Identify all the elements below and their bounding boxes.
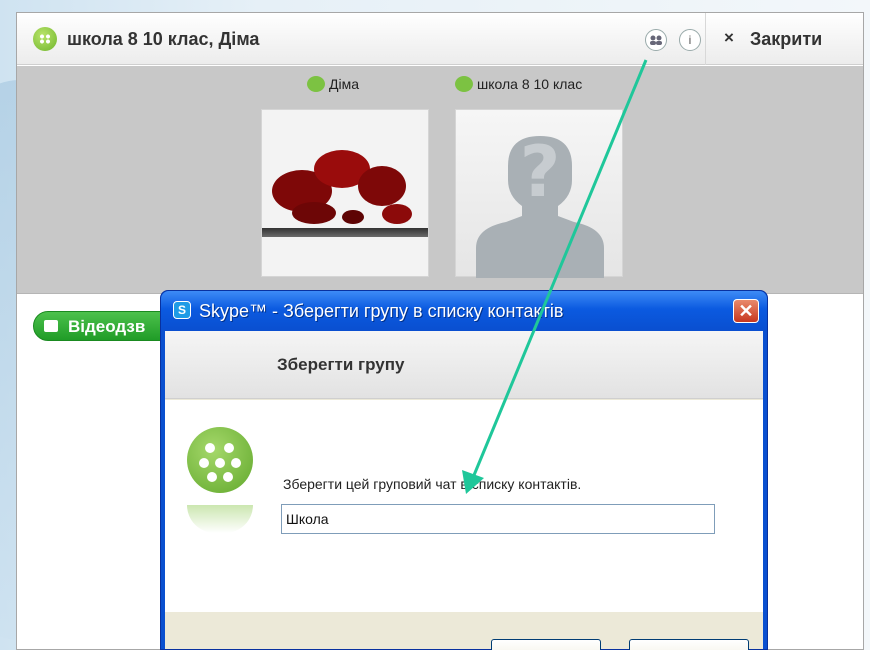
participants-panel: Діма школа 8 10 клас ?: [17, 66, 863, 294]
conversation-title-bar: школа 8 10 клас, Діма i × Закрити: [17, 13, 863, 65]
svg-text:?: ?: [520, 131, 561, 213]
skype-logo-icon: [33, 27, 57, 51]
add-people-icon[interactable]: [645, 29, 667, 51]
group-name-input[interactable]: [281, 504, 715, 534]
conversation-title: школа 8 10 клас, Діма: [67, 29, 260, 49]
dialog-body: Зберегти групу Зберегти цей груповий чат…: [165, 331, 763, 650]
close-conversation-button[interactable]: × Закрити: [705, 13, 863, 65]
dialog-description: Зберегти цей груповий чат в списку конта…: [283, 476, 582, 492]
video-call-label: Відеодзв: [68, 317, 146, 336]
avatar-dima[interactable]: [261, 109, 429, 277]
skype-status-icon: [455, 76, 473, 92]
icon-reflection: [187, 505, 253, 533]
unknown-person-icon: ?: [476, 131, 604, 278]
dialog-title-bar: S Skype™ - Зберегти групу в списку конта…: [161, 291, 767, 331]
ok-button[interactable]: OK: [491, 639, 601, 650]
skype-s-icon: S: [173, 301, 191, 319]
skype-group-icon: [187, 427, 253, 493]
dialog-close-button[interactable]: ✕: [733, 299, 759, 323]
close-icon: ×: [724, 28, 734, 47]
participant-name-dima: Діма: [307, 76, 359, 92]
participant-name-group: школа 8 10 клас: [455, 76, 582, 92]
save-group-dialog: S Skype™ - Зберегти групу в списку конта…: [160, 290, 768, 650]
cancel-button[interactable]: Скасувати: [629, 639, 749, 650]
video-camera-icon: [44, 320, 58, 332]
dialog-header: Зберегти групу: [165, 331, 763, 399]
dialog-heading: Зберегти групу: [277, 355, 405, 374]
avatar-group-placeholder[interactable]: ?: [455, 109, 623, 278]
skype-status-icon: [307, 76, 325, 92]
dialog-content: Зберегти цей груповий чат в списку конта…: [165, 400, 763, 612]
close-label: Закрити: [750, 29, 823, 49]
info-icon[interactable]: i: [679, 29, 701, 51]
dialog-title: Skype™ - Зберегти групу в списку контакт…: [199, 301, 564, 321]
